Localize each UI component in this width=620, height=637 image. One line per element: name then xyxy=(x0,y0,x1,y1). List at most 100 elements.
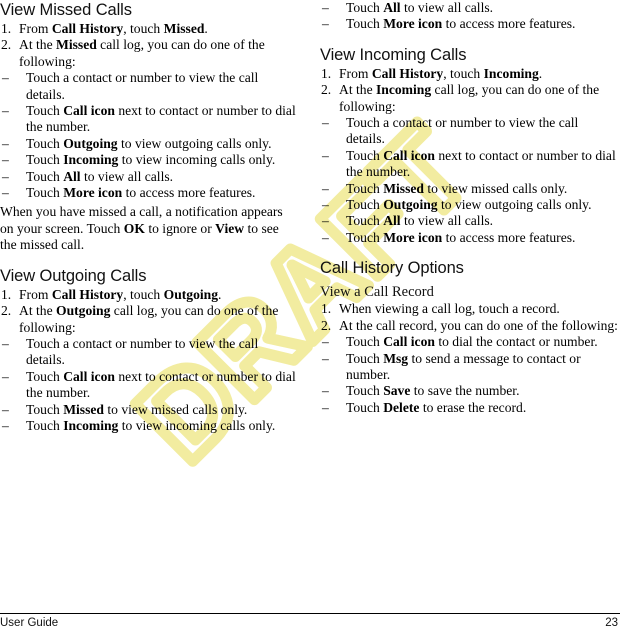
user-guide-page: DRAFT View Missed Calls 1. From Call His… xyxy=(0,0,620,637)
bullet-text: Touch Missed to view missed calls only. xyxy=(346,180,568,196)
bullet-text: Touch Msg to send a message to contact o… xyxy=(346,350,581,382)
step-text: When viewing a call log, touch a record. xyxy=(339,301,560,317)
bullet-text: Touch a contact or number to view the ca… xyxy=(346,115,579,147)
steps-view-missed-calls: 1. From Call History, touch Missed. 2. A… xyxy=(0,21,298,70)
step-text: At the Incoming call log, you can do one… xyxy=(339,82,600,114)
dash-marker: – xyxy=(2,368,9,384)
page-body: View Missed Calls 1. From Call History, … xyxy=(0,0,620,600)
step-number: 2. xyxy=(1,303,12,319)
list-item: – Touch More icon to access more features… xyxy=(320,230,618,246)
dash-marker: – xyxy=(322,16,329,32)
bullet-text: Touch Save to save the number. xyxy=(346,383,520,399)
step-number: 2. xyxy=(321,82,332,98)
list-item: – Touch Missed to view missed calls only. xyxy=(0,402,298,418)
dash-marker: – xyxy=(322,383,329,399)
dash-marker: – xyxy=(322,197,329,213)
footer-content: User Guide 23 xyxy=(0,616,620,630)
step-number: 1. xyxy=(1,286,12,302)
bullet-text: Touch All to view all calls. xyxy=(346,213,494,229)
list-item: – Touch Outgoing to view outgoing calls o… xyxy=(0,136,298,152)
steps-view-incoming-calls: 1. From Call History, touch Incoming. 2.… xyxy=(320,66,618,115)
dash-marker: – xyxy=(322,399,329,415)
list-item: – Touch Call icon next to contact or numb… xyxy=(0,369,298,402)
list-item: – Touch Msg to send a message to contact … xyxy=(320,351,618,384)
list-item: – Touch a contact or number to view the c… xyxy=(320,115,618,148)
dash-marker: – xyxy=(2,152,9,168)
dash-marker: – xyxy=(2,335,9,351)
step-number: 2. xyxy=(321,317,332,333)
bullet-text: Touch All to view all calls. xyxy=(26,168,174,184)
list-item: – Touch Call icon to dial the contact or … xyxy=(320,334,618,350)
list-item: – Touch More icon to access more features… xyxy=(0,185,298,201)
dash-marker: – xyxy=(2,168,9,184)
list-item: – Touch Missed to view missed calls only. xyxy=(320,181,618,197)
bullet-text: Touch Call icon next to contact or numbe… xyxy=(346,147,616,180)
footer-page-number: 23 xyxy=(605,617,618,629)
list-item: – Touch Incoming to view incoming calls o… xyxy=(0,152,298,168)
missed-call-notification-paragraph: When you have missed a call, a notificat… xyxy=(0,204,283,253)
step-number: 1. xyxy=(321,301,332,317)
list-item: 2. At the Incoming call log, you can do … xyxy=(320,82,618,115)
bullet-text: Touch More icon to access more features. xyxy=(346,16,576,32)
heading-view-outgoing-calls: View Outgoing Calls xyxy=(0,266,147,285)
bullet-text: Touch a contact or number to view the ca… xyxy=(26,335,259,368)
list-item: 2. At the Outgoing call log, you can do … xyxy=(0,303,298,336)
heading-call-history-options: Call History Options xyxy=(320,259,464,278)
dash-marker: – xyxy=(2,185,9,201)
list-item: 1. From Call History, touch Incoming. xyxy=(320,66,618,82)
dash-marker: – xyxy=(322,213,329,229)
bullet-text: Touch Missed to view missed calls only. xyxy=(26,401,248,417)
footer-guide-label: User Guide xyxy=(0,617,59,629)
step-number: 2. xyxy=(1,37,12,53)
heading-view-missed-calls: View Missed Calls xyxy=(0,1,132,19)
list-item: – Touch All to view all calls. xyxy=(320,0,618,16)
bullet-text: Touch Call icon next to contact or numbe… xyxy=(26,368,296,401)
footer-divider xyxy=(0,613,620,614)
list-item: 2. At the call record, you can do one of… xyxy=(320,318,618,334)
list-item: – Touch Save to save the number. xyxy=(320,383,618,399)
bullet-text: Touch Call icon to dial the contact or n… xyxy=(346,334,598,350)
step-text: At the Missed call log, you can do one o… xyxy=(19,37,265,69)
list-item: 1. From Call History, touch Outgoing. xyxy=(0,287,298,303)
step-text: From Call History, touch Missed. xyxy=(19,21,208,36)
step-text: At the Outgoing call log, you can do one… xyxy=(19,303,279,335)
list-item: – Touch Call icon next to contact or numb… xyxy=(320,148,618,181)
list-item: – Touch a contact or number to view the c… xyxy=(0,70,298,103)
list-item: – Touch All to view all calls. xyxy=(0,169,298,185)
bullets-continued-outgoing: – Touch All to view all calls. – Touch Mor… xyxy=(320,0,618,33)
dash-marker: – xyxy=(322,147,329,163)
dash-marker: – xyxy=(322,0,329,15)
step-text: At the call record, you can do one of th… xyxy=(339,317,618,333)
list-item: – Touch More icon to access more features… xyxy=(320,16,618,32)
step-text: From Call History, touch Outgoing. xyxy=(19,286,222,302)
steps-view-a-call-record: 1. When viewing a call log, touch a reco… xyxy=(320,301,618,334)
right-column: – Touch All to view all calls. – Touch Mor… xyxy=(320,0,618,416)
list-item: – Touch a contact or number to view the c… xyxy=(0,336,298,369)
bullet-text: Touch Incoming to view incoming calls on… xyxy=(26,417,276,433)
dash-marker: – xyxy=(2,135,9,151)
dash-marker: – xyxy=(322,115,329,131)
list-item: 1. From Call History, touch Missed. xyxy=(0,21,298,37)
bullets-view-missed-calls: – Touch a contact or number to view the c… xyxy=(0,70,298,201)
step-text: From Call History, touch Incoming. xyxy=(339,65,543,81)
dash-marker: – xyxy=(2,70,9,86)
dash-marker: – xyxy=(2,401,9,417)
bullets-view-incoming-calls: – Touch a contact or number to view the c… xyxy=(320,115,618,246)
bullet-text: Touch Outgoing to view outgoing calls on… xyxy=(346,197,592,213)
heading-view-incoming-calls: View Incoming Calls xyxy=(320,45,467,64)
bullet-text: Touch Incoming to view incoming calls on… xyxy=(26,152,276,168)
list-item: – Touch Outgoing to view outgoing calls o… xyxy=(320,197,618,213)
subheading-view-a-call-record: View a Call Record xyxy=(320,284,434,301)
steps-view-outgoing-calls: 1. From Call History, touch Outgoing. 2.… xyxy=(0,287,298,336)
dash-marker: – xyxy=(2,417,9,433)
dash-marker: – xyxy=(322,229,329,245)
bullet-text: Touch a contact or number to view the ca… xyxy=(26,70,259,102)
dash-marker: – xyxy=(322,180,329,196)
bullet-text: Touch All to view all calls. xyxy=(346,0,494,15)
list-item: – Touch Call icon next to contact or numb… xyxy=(0,103,298,136)
bullet-text: Touch Delete to erase the record. xyxy=(346,399,527,415)
bullet-text: Touch Call icon next to contact or numbe… xyxy=(26,103,296,135)
dash-marker: – xyxy=(2,103,9,119)
dash-marker: – xyxy=(322,334,329,350)
bullets-view-a-call-record: – Touch Call icon to dial the contact or … xyxy=(320,334,618,416)
